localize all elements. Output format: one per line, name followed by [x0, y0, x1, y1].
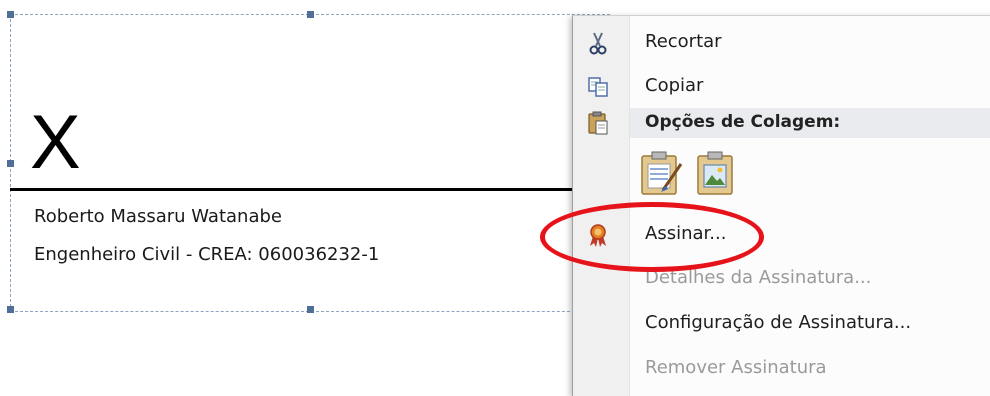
signer-name: Roberto Massaru Watanabe	[34, 206, 282, 227]
menu-item-remove-signature[interactable]: Remover Assinatura	[573, 352, 990, 386]
scissors-icon	[585, 30, 611, 56]
menu-item-cut[interactable]: Recortar	[573, 26, 990, 60]
menu-item-signature-details-label: Detalhes da Assinatura...	[645, 267, 872, 288]
resize-handle-bottom-center[interactable]	[307, 306, 314, 313]
signature-line-object[interactable]	[7, 11, 610, 313]
resize-handle-bottom-left[interactable]	[7, 306, 14, 313]
menu-item-cut-label: Recortar	[645, 31, 722, 52]
paste-keep-formatting-icon	[639, 151, 683, 200]
menu-item-signature-setup-label: Configuração de Assinatura...	[645, 312, 912, 333]
resize-handle-top-center[interactable]	[307, 11, 314, 18]
signature-ribbon-icon	[585, 222, 611, 248]
copy-icon	[585, 74, 611, 100]
menu-item-signature-details[interactable]: Detalhes da Assinatura...	[573, 262, 990, 296]
context-menu: Recortar Copiar Opções de Colagem: Assin…	[572, 15, 990, 396]
menu-item-remove-signature-label: Remover Assinatura	[645, 357, 827, 378]
paste-options-label: Opções de Colagem:	[645, 112, 841, 132]
menu-item-sign[interactable]: Assinar...	[573, 218, 990, 252]
resize-handle-middle-left[interactable]	[7, 160, 14, 167]
paste-picture-icon	[695, 151, 739, 200]
paste-options-header: Opções de Colagem:	[630, 108, 990, 138]
signature-line	[10, 188, 590, 191]
menu-item-copy[interactable]: Copiar	[573, 70, 990, 104]
resize-handle-top-left[interactable]	[7, 11, 14, 18]
signature-x-mark: X	[30, 100, 81, 185]
menu-item-signature-setup[interactable]: Configuração de Assinatura...	[573, 307, 990, 341]
paste-picture-button[interactable]	[695, 150, 739, 196]
signer-title: Engenheiro Civil - CREA: 060036232-1	[34, 244, 380, 265]
clipboard-icon	[585, 110, 611, 136]
menu-item-sign-label: Assinar...	[645, 223, 727, 244]
paste-keep-formatting-button[interactable]	[639, 150, 683, 196]
menu-item-copy-label: Copiar	[645, 75, 704, 96]
